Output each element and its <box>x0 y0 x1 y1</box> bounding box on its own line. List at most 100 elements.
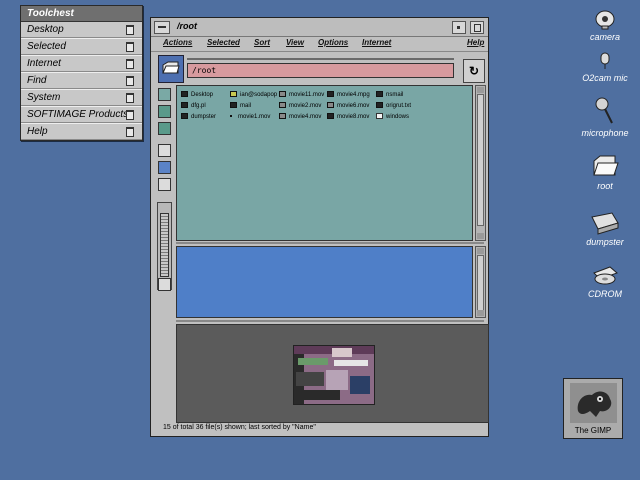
movie-icon <box>327 102 334 108</box>
info-pane-scrollbar[interactable] <box>475 246 486 318</box>
file-list-scrollbar[interactable] <box>475 85 486 241</box>
menu-internet[interactable]: Internet <box>362 38 391 47</box>
window-title: /root <box>177 21 197 31</box>
movie-icon <box>279 113 286 119</box>
scroll-down-icon[interactable] <box>477 310 484 316</box>
gimp-launcher[interactable]: The GIMP <box>563 378 623 439</box>
tile-icon[interactable] <box>158 161 171 174</box>
desktop-icon-label: root <box>597 181 613 191</box>
scroll-thumb[interactable] <box>477 255 484 311</box>
file-name: origrut.txt <box>386 103 412 109</box>
menu-help[interactable]: Help <box>467 38 484 47</box>
path-input[interactable]: /root <box>187 63 454 78</box>
file-item[interactable]: mail <box>230 102 251 111</box>
script-icon <box>181 102 188 108</box>
toolchest-item-label: Internet <box>27 58 61 69</box>
desktop-icon-camera[interactable]: camera <box>575 6 635 42</box>
file-name: mail <box>240 103 252 109</box>
menu-options[interactable]: Options <box>318 38 348 47</box>
scroll-thumb[interactable] <box>477 94 484 226</box>
bullet-icon <box>230 115 232 117</box>
file-item[interactable]: movie1.mov <box>230 113 270 122</box>
toolchest-item-desktop[interactable]: Desktop <box>21 22 142 38</box>
pane-divider[interactable] <box>176 320 484 322</box>
movie-icon <box>279 91 286 97</box>
file-item[interactable]: Desktop <box>181 91 213 100</box>
window-titlebar[interactable]: /root <box>151 18 488 37</box>
file-item[interactable]: dfg.pl <box>181 102 206 111</box>
pane-divider[interactable] <box>176 242 484 244</box>
folder-button[interactable] <box>158 55 184 83</box>
toolchest-item-system[interactable]: System <box>21 89 142 106</box>
file-item[interactable]: ian@sodapop <box>230 91 277 100</box>
preview-thumbnail[interactable] <box>293 345 375 405</box>
submenu-icon <box>126 93 134 103</box>
menu-selected[interactable]: Selected <box>207 38 240 47</box>
desktop-icon-microphone[interactable]: microphone <box>575 96 635 138</box>
file-item[interactable]: movie2.mov <box>279 102 321 111</box>
slider-handle[interactable] <box>160 213 169 277</box>
desktop-icon-o2cam-mic[interactable]: O2cam mic <box>575 51 635 83</box>
scroll-down-icon[interactable] <box>477 233 484 239</box>
file-item[interactable]: movie4.mpg <box>327 91 370 100</box>
window-menu-button[interactable] <box>154 21 170 34</box>
desktop-icon-dumpster[interactable]: dumpster <box>575 209 635 247</box>
doc-icon <box>376 113 383 119</box>
grid-view-icon[interactable] <box>158 122 171 135</box>
file-name: movie4.mpg <box>337 92 370 98</box>
file-item[interactable]: nsmail <box>376 91 403 100</box>
menubar: Actions Selected Sort View Options Inter… <box>151 37 488 52</box>
submenu-icon <box>126 110 134 120</box>
menu-actions[interactable]: Actions <box>163 38 192 47</box>
file-item[interactable]: movie4.mov <box>279 113 321 122</box>
file-item[interactable]: origrut.txt <box>376 102 411 111</box>
toolchest-item-label: Desktop <box>27 24 64 35</box>
toolchest-item-selected[interactable]: Selected <box>21 38 142 55</box>
mpeg-icon <box>327 91 334 97</box>
zoom-slider[interactable] <box>157 202 172 290</box>
folder-icon <box>593 155 619 176</box>
toolchest-item-label: System <box>27 92 61 103</box>
toolchest-item-softimage[interactable]: SOFTIMAGE Products <box>21 106 142 123</box>
toolchest-item-internet[interactable]: Internet <box>21 55 142 72</box>
list-view-icon[interactable] <box>158 105 171 118</box>
filter-icon[interactable] <box>158 144 171 157</box>
trash-icon <box>591 212 619 235</box>
desktop-icon-cdrom[interactable]: CDROM <box>575 265 635 299</box>
text-icon <box>376 102 383 108</box>
file-name: movie6.mov <box>337 103 370 109</box>
menu-sort[interactable]: Sort <box>254 38 270 47</box>
desktop-icon-root[interactable]: root <box>575 153 635 191</box>
toolchest-item-label: SOFTIMAGE Products <box>27 109 129 120</box>
submenu-icon <box>126 59 134 69</box>
minimize-button[interactable] <box>452 21 466 34</box>
toolchest-title[interactable]: Toolchest <box>21 6 142 22</box>
magnifier-icon[interactable] <box>158 178 171 191</box>
microphone-icon <box>595 97 613 124</box>
gimp-icon <box>570 383 617 423</box>
file-item[interactable]: dumpster <box>181 113 216 122</box>
file-name: windows <box>386 114 410 120</box>
file-item[interactable]: movie11.mov <box>279 91 324 100</box>
refresh-icon[interactable]: ↻ <box>463 59 485 83</box>
file-item[interactable]: movie6.mov <box>327 102 369 111</box>
toolchest-item-find[interactable]: Find <box>21 72 142 89</box>
submenu-icon <box>126 127 134 137</box>
desktop-icon-label: CDROM <box>588 289 622 299</box>
toolchest-item-help[interactable]: Help <box>21 123 142 140</box>
file-name: dfg.pl <box>191 103 206 109</box>
stop-icon[interactable] <box>158 278 171 291</box>
file-name: movie11.mov <box>289 92 325 98</box>
file-name: nsmail <box>386 92 404 98</box>
file-item[interactable]: movie8.mov <box>327 113 369 122</box>
menu-view[interactable]: View <box>286 38 304 47</box>
maximize-button[interactable] <box>470 21 484 34</box>
scroll-up-icon[interactable] <box>477 248 484 254</box>
cdrom-icon <box>593 266 618 285</box>
file-item[interactable]: windows <box>376 113 409 122</box>
camera-icon <box>595 10 615 30</box>
shield-icon[interactable] <box>158 88 171 101</box>
folder-icon <box>376 91 383 97</box>
scroll-up-icon[interactable] <box>477 87 484 93</box>
folder-icon <box>181 91 188 97</box>
